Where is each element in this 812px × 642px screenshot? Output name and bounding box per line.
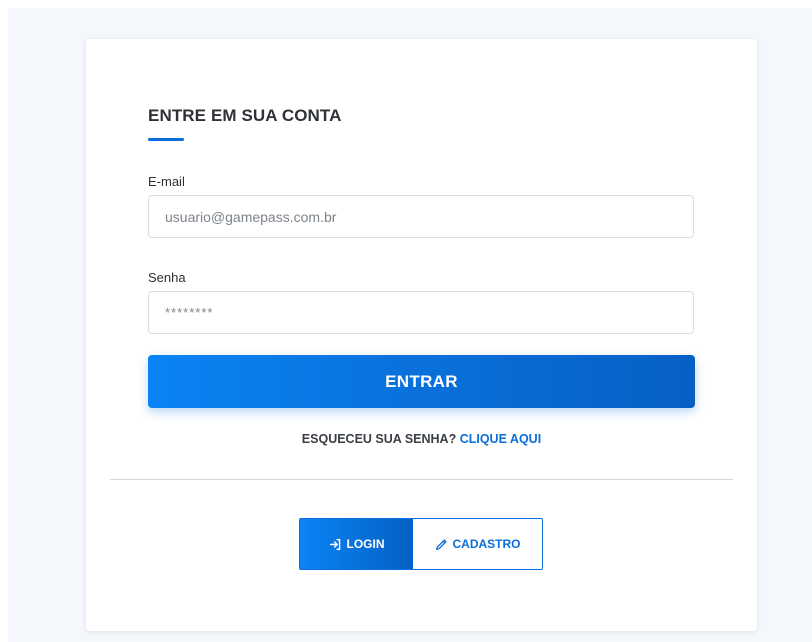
forgot-password: ESQUECEU SUA SENHA? CLIQUE AQUI [86,431,757,447]
tab-cadastro[interactable]: CADASTRO [413,519,542,569]
email-input[interactable] [148,195,694,238]
title-underline [148,138,184,141]
card-title: ENTRE EM SUA CONTA [148,106,342,125]
email-label: E-mail [148,174,185,189]
login-icon [329,538,342,551]
submit-button[interactable]: ENTRAR [148,355,695,408]
tab-login-label: LOGIN [346,537,385,551]
password-label: Senha [148,270,186,285]
pencil-icon [435,538,448,551]
tab-cadastro-label: CADASTRO [452,537,521,551]
tab-login[interactable]: LOGIN [300,519,413,569]
login-card: ENTRE EM SUA CONTA E-mail Senha ENTRAR E… [86,39,757,631]
auth-tabs: LOGIN CADASTRO [299,518,543,570]
forgot-password-text: ESQUECEU SUA SENHA? [301,432,457,446]
password-input[interactable] [148,291,694,334]
divider [110,479,733,480]
forgot-password-link[interactable]: CLIQUE AQUI [460,432,541,446]
